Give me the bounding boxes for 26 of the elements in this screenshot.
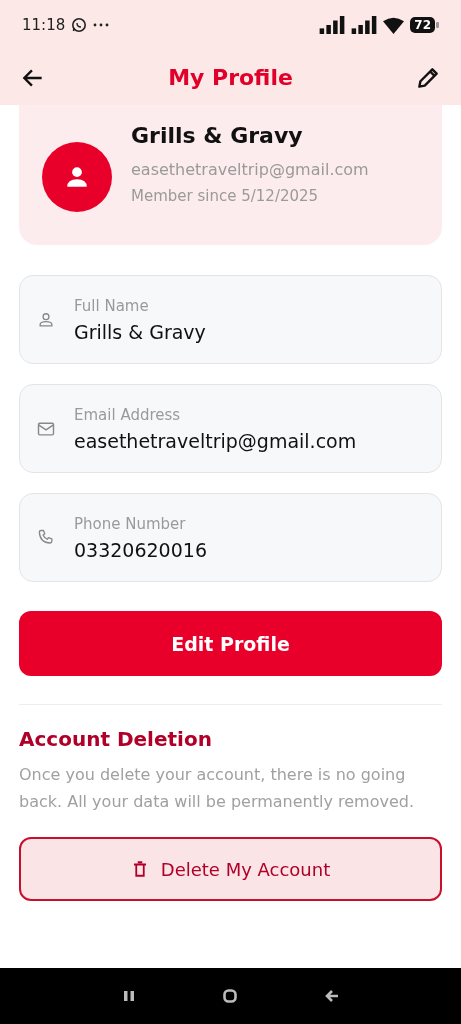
- member-since: Member since 5/12/2025: [131, 187, 320, 205]
- profile-email: easethetraveltrip@gmail.com: [131, 159, 370, 181]
- recents-icon[interactable]: [122, 990, 135, 1002]
- field-label: Phone Number: [74, 514, 187, 533]
- signal-icon: [319, 16, 346, 34]
- home-icon[interactable]: [222, 989, 237, 1003]
- screen-title: My Profile: [168, 65, 293, 90]
- delete-account-button[interactable]: Delete My Account: [19, 837, 442, 901]
- back-icon[interactable]: [324, 989, 339, 1003]
- field-value: 03320620016: [74, 538, 207, 561]
- battery-tip-icon: [436, 22, 439, 28]
- profile-name: Grills & Gravy: [131, 123, 304, 148]
- warning-text: Once you delete your account, there is no going back. All your data will be permanently removed.: [19, 764, 415, 813]
- more-icon: [93, 23, 110, 27]
- wifi-icon: [383, 16, 405, 34]
- section-heading: Account Deletion: [19, 727, 213, 751]
- field-label: Email Address: [74, 405, 182, 424]
- signal-icon: [351, 16, 378, 34]
- edit-profile-button[interactable]: Edit Profile: [19, 611, 442, 676]
- person-icon: [64, 164, 90, 190]
- battery-level: 72: [410, 17, 435, 33]
- field-label: Full Name: [74, 296, 150, 315]
- chat-icon: [71, 17, 88, 33]
- clock-time: 11:18: [22, 16, 66, 34]
- field-value: easethetraveltrip@gmail.com: [74, 429, 357, 452]
- field-value: Grills & Gravy: [74, 320, 206, 343]
